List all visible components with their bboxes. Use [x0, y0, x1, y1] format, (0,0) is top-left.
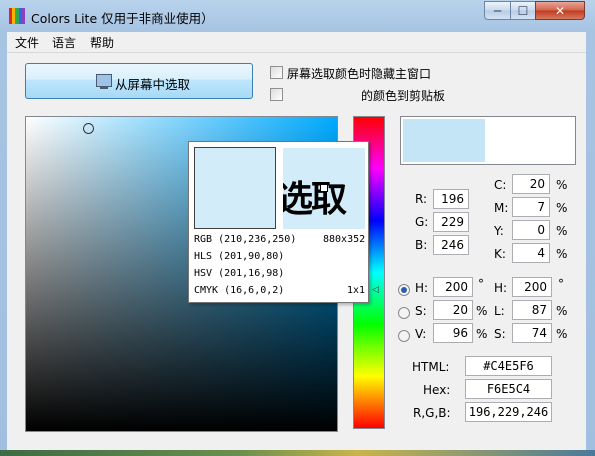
k-field[interactable]: 4	[512, 243, 550, 263]
zoom-text: 选取	[283, 179, 347, 220]
popup-hls: HLS (201,90,80)	[194, 251, 285, 262]
colors-app-icon	[9, 8, 26, 24]
y-label: Y:	[494, 224, 504, 238]
rgb-label: R,G,B:	[413, 406, 451, 420]
menu-language[interactable]: 语言	[52, 34, 76, 51]
c-unit: %	[556, 178, 568, 192]
main-panel: 从屏幕中选取 屏幕选取颜色时隐藏主窗口 的颜色到剪贴板 ▷ ◁ R: 196 G…	[7, 53, 586, 450]
y-field[interactable]: 0	[512, 220, 550, 240]
popup-resolution: 880x352	[323, 234, 366, 245]
hsv-s-unit: %	[476, 304, 488, 318]
hex-label: Hex:	[423, 383, 451, 397]
html-label: HTML:	[412, 360, 450, 374]
close-icon: ✕	[554, 3, 566, 18]
pick-from-screen-button[interactable]: 从屏幕中选取	[25, 63, 253, 99]
g-field[interactable]: 229	[433, 212, 469, 232]
menu-file[interactable]: 文件	[15, 34, 39, 51]
hls-s-unit: %	[556, 327, 568, 341]
hls-l-unit: %	[556, 304, 568, 318]
v-radio[interactable]	[398, 330, 410, 342]
title-bar[interactable]: Colors Lite 仅用于非商业使用） ─ ☐ ✕	[0, 0, 595, 32]
hls-s-field[interactable]: 74	[512, 323, 552, 343]
color-picker-marker[interactable]	[83, 123, 94, 134]
zoom-view: 选取	[283, 148, 365, 229]
b-field[interactable]: 246	[433, 235, 469, 255]
c-label: C:	[494, 178, 507, 192]
m-field[interactable]: 7	[512, 197, 550, 217]
popup-zoom-level: 1x1	[347, 285, 366, 296]
color-preview	[400, 116, 576, 165]
m-unit: %	[556, 201, 568, 215]
menu-help[interactable]: 帮助	[90, 34, 114, 51]
hsv-h-label: H:	[415, 281, 429, 295]
y-unit: %	[556, 224, 568, 238]
hls-h-unit: °	[558, 277, 564, 291]
pick-button-label: 从屏幕中选取	[115, 77, 191, 92]
hue-arrow-right-icon[interactable]: ◁	[372, 285, 379, 295]
magnifier-popup: 选取 RGB (210,236,250) 880x352 HLS (201,90…	[188, 141, 369, 303]
k-unit: %	[556, 247, 568, 261]
popup-hsv: HSV (201,16,98)	[194, 268, 285, 279]
hsv-v-label: V:	[415, 327, 427, 341]
app-window: Colors Lite 仅用于非商业使用） ─ ☐ ✕ 文件 语言 帮助 从屏幕…	[0, 0, 595, 456]
minimize-button[interactable]: ─	[484, 1, 511, 20]
h-radio[interactable]	[398, 284, 410, 296]
hsv-h-field[interactable]: 200	[433, 277, 473, 297]
hex-field[interactable]: F6E5C4	[465, 379, 552, 399]
maximize-icon: ☐	[517, 3, 529, 18]
html-field[interactable]: #C4E5F6	[465, 356, 552, 376]
hsv-s-label: S:	[415, 304, 427, 318]
hsv-s-field[interactable]: 20	[433, 300, 473, 320]
popup-color-swatch	[194, 147, 276, 229]
hls-l-label: L:	[494, 304, 505, 318]
desktop-strip	[0, 450, 595, 456]
window-title: Colors Lite 仅用于非商业使用）	[31, 11, 214, 26]
r-field[interactable]: 196	[433, 189, 469, 209]
hide-window-label: 屏幕选取颜色时隐藏主窗口	[287, 67, 432, 81]
popup-cmyk: CMYK (16,6,0,2)	[194, 285, 285, 296]
m-label: M:	[494, 201, 509, 215]
hls-h-label: H:	[494, 281, 508, 295]
rgb-field[interactable]: 196,229,246	[465, 402, 552, 422]
s-radio[interactable]	[398, 307, 410, 319]
popup-rgb: RGB (210,236,250)	[194, 234, 297, 245]
hsv-h-unit: °	[478, 277, 484, 291]
minimize-icon: ─	[493, 3, 502, 18]
copy-clipboard-checkbox[interactable]	[270, 88, 283, 101]
monitor-icon	[96, 74, 112, 89]
b-label: B:	[415, 238, 428, 252]
g-label: G:	[415, 215, 429, 229]
close-button[interactable]: ✕	[535, 1, 585, 20]
menu-bar: 文件 语言 帮助	[7, 32, 586, 53]
hide-window-checkbox[interactable]	[270, 66, 283, 79]
maximize-button[interactable]: ☐	[510, 1, 536, 20]
hls-l-field[interactable]: 87	[512, 300, 552, 320]
copy-clipboard-label: 的颜色到剪贴板	[361, 89, 446, 103]
selected-color-swatch	[403, 119, 485, 162]
k-label: K:	[494, 247, 506, 261]
c-field[interactable]: 20	[512, 174, 550, 194]
r-label: R:	[415, 192, 428, 206]
hls-s-label: S:	[494, 327, 506, 341]
hsv-v-field[interactable]: 96	[433, 323, 473, 343]
hls-h-field[interactable]: 200	[512, 277, 552, 297]
hsv-v-unit: %	[476, 327, 488, 341]
zoom-cursor-icon	[320, 184, 328, 192]
